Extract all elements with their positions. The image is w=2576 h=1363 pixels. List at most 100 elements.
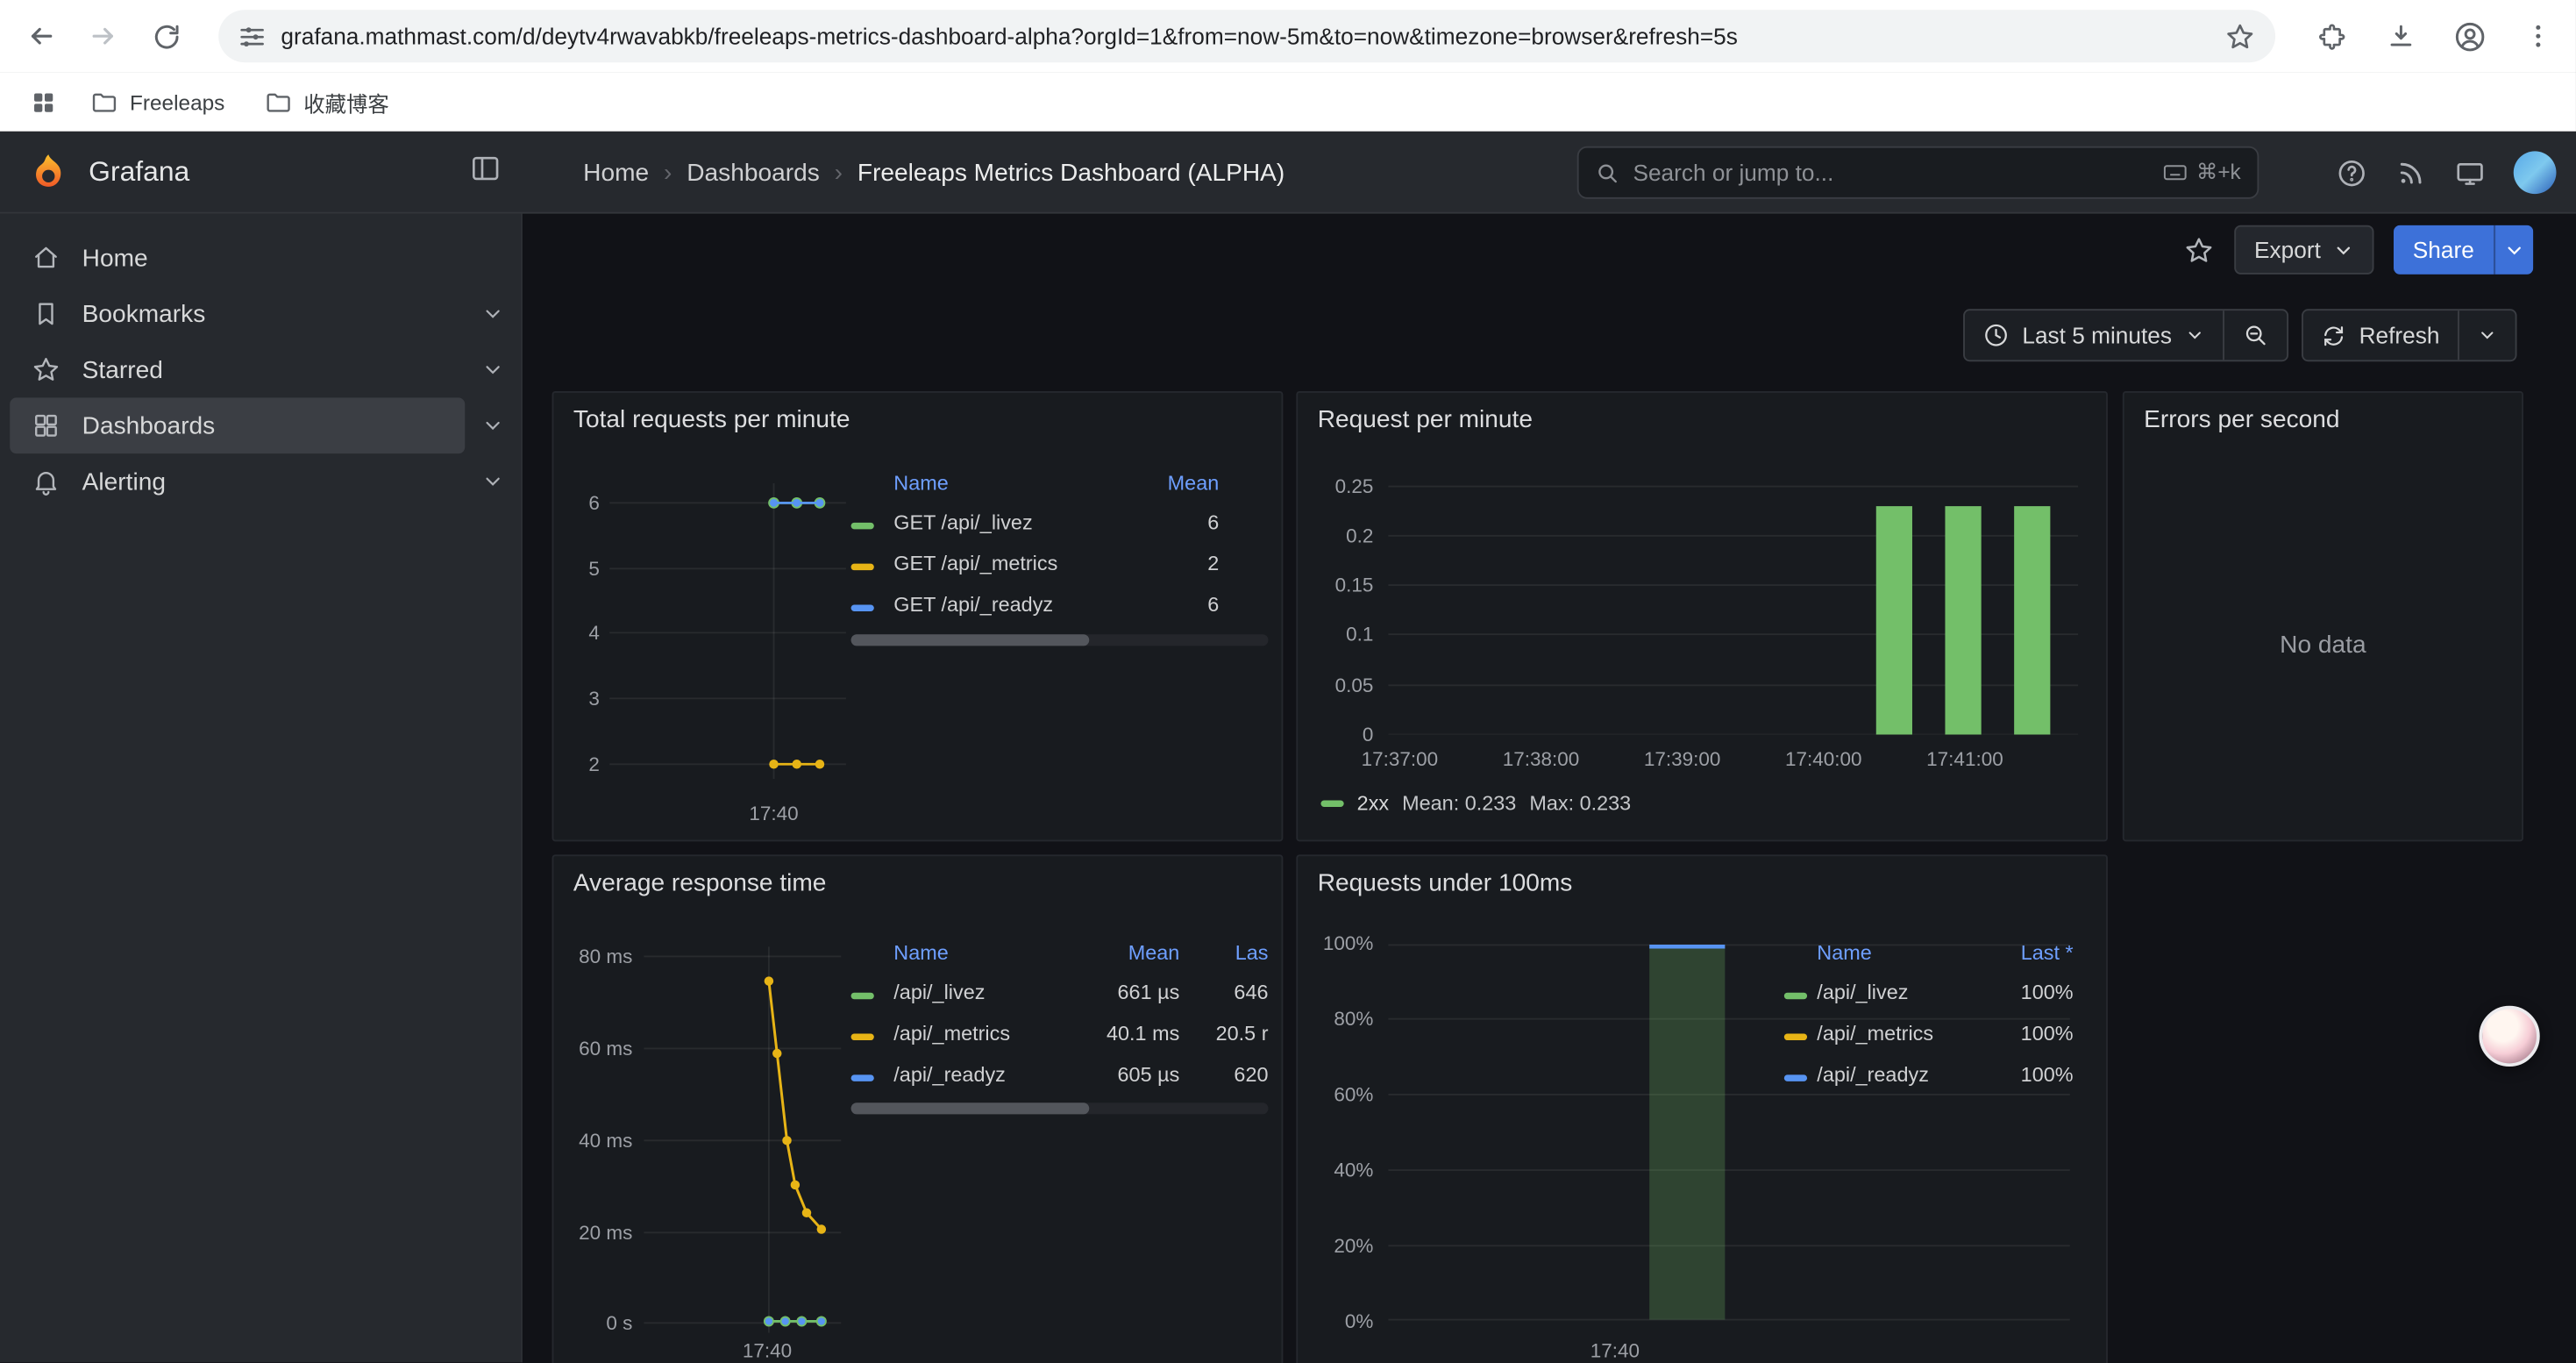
scrollbar-thumb[interactable] <box>851 1103 1089 1114</box>
apps-grid-button[interactable] <box>19 79 65 125</box>
search-box[interactable]: ⌘+k <box>1577 146 2259 199</box>
series-name[interactable]: /api/_livez <box>893 981 1057 1003</box>
help-button[interactable] <box>2336 157 2367 189</box>
share-menu-button[interactable] <box>2494 225 2533 275</box>
legend-col-name[interactable]: Name <box>893 942 1057 965</box>
legend-scrollbar[interactable] <box>851 1103 1269 1114</box>
url-input[interactable] <box>281 23 2210 49</box>
y-tick: 80% <box>1314 1008 1373 1031</box>
sidebar-item-home[interactable]: Home <box>10 230 465 286</box>
legend-col-last[interactable]: Las <box>1179 942 1268 965</box>
timeseries-chart[interactable] <box>609 483 846 779</box>
timeseries-chart[interactable] <box>644 946 841 1332</box>
chevron-down-icon[interactable] <box>481 414 504 437</box>
chevron-down-icon[interactable] <box>481 358 504 381</box>
legend-col-mean[interactable]: Mean <box>1058 942 1180 965</box>
panel-title[interactable]: Average response time <box>573 869 827 897</box>
bar-chart[interactable] <box>1388 475 2078 734</box>
folder-icon <box>90 88 118 116</box>
series-name[interactable]: /api/_readyz <box>1817 1062 1991 1085</box>
browser-menu-button[interactable] <box>2510 8 2566 64</box>
refresh-button[interactable]: Refresh <box>2303 310 2458 360</box>
legend-col-mean[interactable]: Mean <box>1147 472 1219 495</box>
legend-col-last[interactable]: Last * <box>1991 942 2074 965</box>
series-name[interactable]: /api/_metrics <box>893 1022 1057 1045</box>
series-name[interactable]: /api/_metrics <box>1817 1022 1991 1045</box>
sidebar-item-dashboards[interactable]: Dashboards <box>10 397 465 453</box>
sidebar-item-starred[interactable]: Starred <box>10 342 465 398</box>
x-tick: 17:37:00 <box>1350 748 1448 771</box>
refresh-interval-button[interactable] <box>2458 310 2516 360</box>
url-bar[interactable] <box>218 10 2275 62</box>
y-tick: 0 <box>1318 723 1374 746</box>
y-tick: 40% <box>1314 1159 1373 1181</box>
y-tick: 60 ms <box>566 1037 632 1060</box>
grafana-brand[interactable]: Grafana <box>26 132 189 214</box>
profile-button[interactable] <box>2441 8 2497 64</box>
legend-row: /api/_metrics 40.1 ms 20.5 r <box>851 1012 1269 1053</box>
y-tick: 60% <box>1314 1083 1373 1106</box>
legend-col-name[interactable]: Name <box>1817 942 1991 965</box>
legend-table: Name Last * /api/_livez 100% /api/_metri… <box>1784 935 2074 1095</box>
help-icon <box>2336 157 2367 189</box>
user-avatar[interactable] <box>2514 151 2557 194</box>
series-mean: 2 <box>1147 552 1219 574</box>
search-input[interactable] <box>1633 160 2148 186</box>
panel-title[interactable]: Errors per second <box>2144 406 2339 434</box>
series-name[interactable]: GET /api/_livez <box>893 510 1147 533</box>
legend-col-name[interactable]: Name <box>893 472 1147 495</box>
site-settings-icon[interactable] <box>238 22 267 50</box>
series-color-dash <box>851 1033 874 1039</box>
chevron-down-icon[interactable] <box>481 303 504 325</box>
favorite-dashboard-button[interactable] <box>2183 234 2215 266</box>
search-shortcut-keys: ⌘+k <box>2196 160 2241 186</box>
y-tick: 0.15 <box>1318 574 1374 596</box>
series-name[interactable]: GET /api/_readyz <box>893 592 1147 615</box>
browser-nav-buttons <box>13 8 194 64</box>
x-tick: 17:41:00 <box>1916 748 2014 771</box>
chevron-down-icon[interactable] <box>481 470 504 493</box>
share-split-button: Share <box>2393 225 2533 275</box>
panel-requests-under-100ms: Requests under 100ms 100% 80% 60% 40% 20… <box>1296 854 2108 1363</box>
chevron-down-icon <box>2332 239 2353 260</box>
back-button[interactable] <box>13 8 69 64</box>
zoom-out-button[interactable] <box>2223 310 2287 360</box>
series-name[interactable]: /api/_livez <box>1817 981 1991 1003</box>
panel-title[interactable]: Requests under 100ms <box>1318 869 1573 897</box>
y-tick: 5 <box>564 557 600 580</box>
reload-button[interactable] <box>138 8 194 64</box>
downloads-button[interactable] <box>2373 8 2429 64</box>
series-color-dash <box>851 1074 874 1080</box>
bookmark-item-freeleaps[interactable]: Freeleaps <box>75 82 239 123</box>
sidebar-collapse-button[interactable] <box>470 153 502 184</box>
export-label: Export <box>2254 237 2321 263</box>
series-color-dash <box>1784 1074 1807 1080</box>
sidebar-item-alerting[interactable]: Alerting <box>10 453 465 510</box>
time-range-button[interactable]: Last 5 minutes <box>1965 310 2223 360</box>
news-rss-button[interactable] <box>2395 157 2427 189</box>
display-tv-button[interactable] <box>2454 157 2486 189</box>
bookmark-item-blogs[interactable]: 收藏博客 <box>249 80 403 125</box>
export-button[interactable]: Export <box>2235 225 2373 275</box>
breadcrumb-dashboards[interactable]: Dashboards <box>687 159 820 187</box>
series-name[interactable]: GET /api/_metrics <box>893 552 1147 574</box>
legend-scrollbar[interactable] <box>851 634 1269 646</box>
star-icon <box>32 355 61 385</box>
forward-button[interactable] <box>75 8 132 64</box>
time-range-label: Last 5 minutes <box>2022 322 2172 348</box>
panel-title[interactable]: Total requests per minute <box>573 406 850 434</box>
zoom-out-icon <box>2243 322 2269 348</box>
series-name[interactable]: 2xx <box>1357 792 1389 815</box>
scrollbar-thumb[interactable] <box>851 634 1089 646</box>
series-name[interactable]: /api/_readyz <box>893 1062 1057 1085</box>
bookmarks-bar: Freeleaps 收藏博客 <box>0 72 2576 131</box>
panel-title[interactable]: Request per minute <box>1318 406 1533 434</box>
extensions-button[interactable] <box>2303 8 2359 64</box>
bookmark-star-icon[interactable] <box>2224 20 2256 52</box>
sidebar-item-bookmarks[interactable]: Bookmarks <box>10 286 465 342</box>
floating-assistant-avatar[interactable] <box>2479 1006 2539 1067</box>
breadcrumb-home[interactable]: Home <box>583 159 649 187</box>
share-button[interactable]: Share <box>2393 225 2494 275</box>
legend-row: /api/_readyz 605 µs 620 <box>851 1053 1269 1095</box>
legend-row: GET /api/_livez 6 <box>851 501 1269 542</box>
